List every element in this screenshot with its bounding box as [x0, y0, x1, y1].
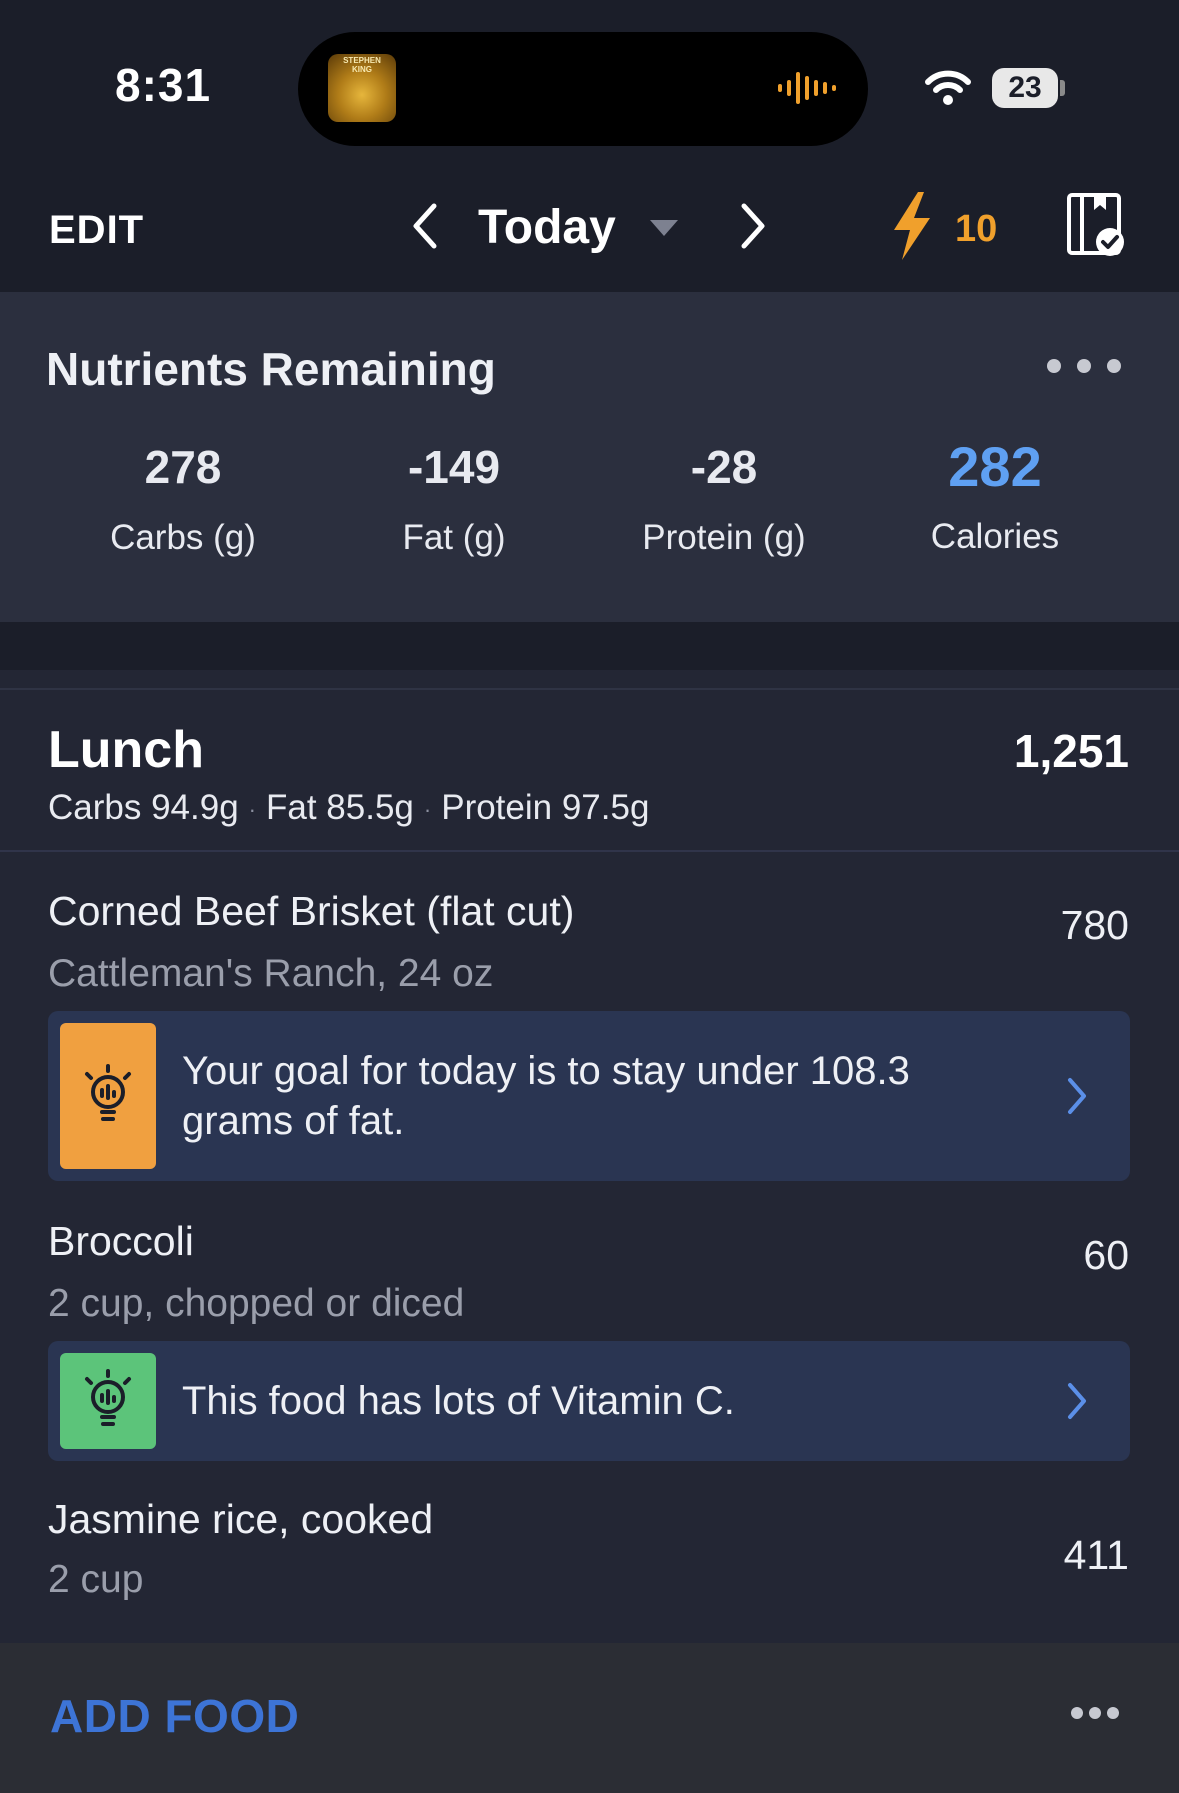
fat-label: Fat (g) [402, 518, 506, 557]
food-item-detail: 2 cup, chopped or diced [48, 1282, 465, 1325]
meal-macros: Carbs 94.9g · Fat 85.5g · Protein 97.5g [48, 788, 649, 828]
meal-title[interactable]: Lunch [48, 720, 204, 780]
tip-text-line-1: Your goal for today is to stay under 108… [182, 1049, 910, 1093]
food-item-name[interactable]: Broccoli [48, 1218, 194, 1265]
meal-fat: Fat 85.5g [266, 788, 414, 827]
audio-waveform-icon [778, 72, 836, 104]
vitamin-tip[interactable]: This food has lots of Vitamin C. [48, 1341, 1130, 1461]
meal-carbs: Carbs 94.9g [48, 788, 239, 827]
add-food-button[interactable]: ADD FOOD [50, 1689, 299, 1743]
lightbulb-icon [60, 1023, 156, 1169]
meal-calories: 1,251 [1013, 725, 1129, 777]
fat-goal-tip[interactable]: Your goal for today is to stay under 108… [48, 1011, 1130, 1181]
meal-more-options-icon[interactable] [1070, 1706, 1120, 1720]
protein-value: -28 [690, 441, 758, 493]
chevron-left-icon[interactable] [410, 202, 440, 250]
fat-value: -149 [407, 441, 501, 493]
lightbulb-icon [60, 1353, 156, 1449]
food-item-name[interactable]: Corned Beef Brisket (flat cut) [48, 888, 574, 935]
streak-bolt-icon[interactable] [888, 190, 936, 262]
meal-header-divider [0, 850, 1179, 852]
wifi-icon [925, 70, 971, 105]
chevron-right-icon[interactable] [1066, 1381, 1088, 1421]
calories-value: 282 [948, 435, 1042, 498]
nutrient-calories: 282 Calories [860, 435, 1130, 557]
nutrient-carbs: 278 Carbs (g) [48, 440, 318, 558]
tip-text: Your goal for today is to stay under 108… [182, 1046, 910, 1146]
food-item-calories: 60 [1083, 1232, 1129, 1278]
section-divider [0, 622, 1179, 670]
nutrient-protein: -28 Protein (g) [589, 440, 859, 558]
edit-button[interactable]: EDIT [49, 208, 144, 253]
protein-label: Protein (g) [642, 518, 806, 557]
separator-dot: · [248, 796, 256, 822]
tip-text-line-2: grams of fat. [182, 1099, 405, 1143]
food-item-name[interactable]: Jasmine rice, cooked [48, 1496, 433, 1543]
meal-protein: Protein 97.5g [441, 788, 650, 827]
tip-text: This food has lots of Vitamin C. [182, 1379, 735, 1423]
separator-dot: · [423, 796, 432, 822]
divider-line [0, 688, 1179, 690]
food-item-detail: 2 cup [48, 1558, 144, 1601]
food-item-calories: 780 [1060, 902, 1129, 948]
album-art-text: STEPHEN KING [343, 56, 381, 74]
battery-tip [1060, 80, 1065, 96]
more-options-icon[interactable] [1044, 358, 1124, 374]
food-item-calories: 411 [1063, 1532, 1129, 1578]
carbs-value: 278 [144, 441, 222, 493]
status-time: 8:31 [115, 59, 212, 111]
nutrients-title: Nutrients Remaining [46, 343, 496, 395]
food-item-detail: Cattleman's Ranch, 24 oz [48, 952, 494, 995]
battery-indicator: 23 [992, 68, 1058, 108]
calories-label: Calories [930, 517, 1060, 556]
chevron-right-icon[interactable] [738, 202, 768, 250]
caret-down-icon[interactable] [648, 218, 680, 238]
nutrient-fat: -149 Fat (g) [319, 440, 589, 558]
streak-count[interactable]: 10 [955, 208, 997, 251]
diary-complete-icon[interactable] [1066, 192, 1126, 258]
date-selector[interactable]: Today [478, 200, 616, 255]
chevron-right-icon[interactable] [1066, 1076, 1088, 1116]
carbs-label: Carbs (g) [110, 518, 256, 557]
